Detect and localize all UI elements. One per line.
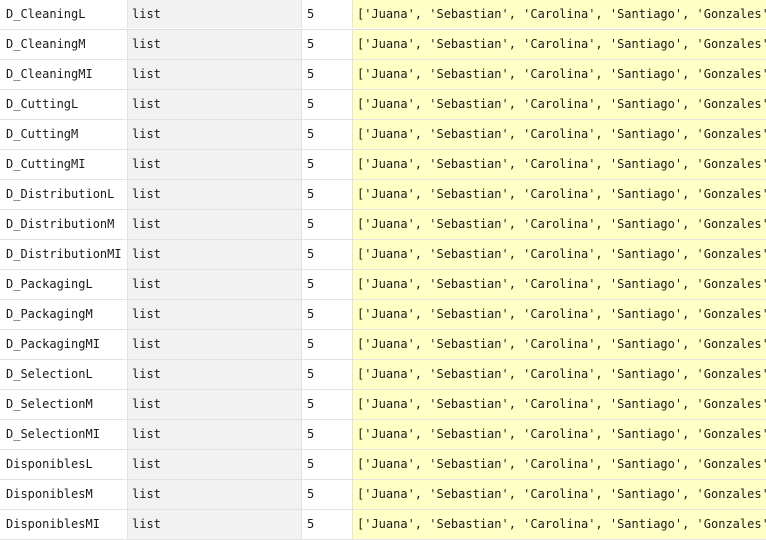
variable-type-cell[interactable]: list: [128, 270, 302, 299]
variable-size-cell[interactable]: 5: [302, 450, 353, 479]
variable-type-cell[interactable]: list: [128, 480, 302, 509]
table-row[interactable]: D_SelectionMI list 5 ['Juana', 'Sebastian',…: [0, 420, 766, 450]
variable-size-cell[interactable]: 5: [302, 90, 353, 119]
variable-size-cell[interactable]: 5: [302, 30, 353, 59]
variable-value-cell[interactable]: ['Juana', 'Sebastian', 'Carolina', 'Sant…: [353, 180, 766, 209]
variable-value-cell[interactable]: ['Juana', 'Sebastian', 'Carolina', 'Sant…: [353, 210, 766, 239]
variable-type-cell[interactable]: list: [128, 510, 302, 539]
variable-type-cell[interactable]: list: [128, 0, 302, 28]
variable-type-cell[interactable]: list: [128, 90, 302, 119]
variable-name-cell[interactable]: D_CuttingMI: [0, 150, 128, 179]
variable-size-cell[interactable]: 5: [302, 210, 353, 239]
variable-name-cell[interactable]: D_PackagingM: [0, 300, 128, 329]
variable-size-cell[interactable]: 5: [302, 270, 353, 299]
table-row[interactable]: D_CleaningL list 5 ['Juana', 'Sebastian', '…: [0, 0, 766, 30]
variable-value-cell[interactable]: ['Juana', 'Sebastian', 'Carolina', 'Sant…: [353, 0, 766, 28]
variable-name-cell[interactable]: D_DistributionMI: [0, 240, 128, 269]
variable-name-cell[interactable]: DisponiblesL: [0, 450, 128, 479]
variable-size-cell[interactable]: 5: [302, 420, 353, 449]
variable-size-cell[interactable]: 5: [302, 480, 353, 509]
variable-name-cell[interactable]: D_SelectionMI: [0, 420, 128, 449]
variable-type-cell[interactable]: list: [128, 240, 302, 269]
variable-name-cell[interactable]: D_DistributionM: [0, 210, 128, 239]
variable-size-cell[interactable]: 5: [302, 120, 353, 149]
variable-explorer-table: D_CleaningL list 5 ['Juana', 'Sebastian', '…: [0, 0, 766, 540]
variable-name-cell[interactable]: D_SelectionL: [0, 360, 128, 389]
variable-value-cell[interactable]: ['Juana', 'Sebastian', 'Carolina', 'Sant…: [353, 510, 766, 539]
variable-size-cell[interactable]: 5: [302, 0, 353, 28]
table-row[interactable]: D_DistributionMI list 5 ['Juana', 'Sebastia…: [0, 240, 766, 270]
variable-type-cell[interactable]: list: [128, 360, 302, 389]
table-row[interactable]: D_CleaningM list 5 ['Juana', 'Sebastian', '…: [0, 30, 766, 60]
variable-type-cell[interactable]: list: [128, 150, 302, 179]
variable-size-cell[interactable]: 5: [302, 300, 353, 329]
variable-value-cell[interactable]: ['Juana', 'Sebastian', 'Carolina', 'Sant…: [353, 330, 766, 359]
variable-size-cell[interactable]: 5: [302, 390, 353, 419]
variable-type-cell[interactable]: list: [128, 390, 302, 419]
table-row[interactable]: D_DistributionL list 5 ['Juana', 'Sebastian…: [0, 180, 766, 210]
table-row[interactable]: DisponiblesL list 5 ['Juana', 'Sebastian', …: [0, 450, 766, 480]
variable-size-cell[interactable]: 5: [302, 360, 353, 389]
variable-value-cell[interactable]: ['Juana', 'Sebastian', 'Carolina', 'Sant…: [353, 30, 766, 59]
variable-size-cell[interactable]: 5: [302, 330, 353, 359]
variable-value-cell[interactable]: ['Juana', 'Sebastian', 'Carolina', 'Sant…: [353, 390, 766, 419]
variable-type-cell[interactable]: list: [128, 210, 302, 239]
variable-type-cell[interactable]: list: [128, 60, 302, 89]
table-row[interactable]: D_PackagingL list 5 ['Juana', 'Sebastian', …: [0, 270, 766, 300]
variable-type-cell[interactable]: list: [128, 30, 302, 59]
table-row[interactable]: D_SelectionM list 5 ['Juana', 'Sebastian', …: [0, 390, 766, 420]
variable-size-cell[interactable]: 5: [302, 60, 353, 89]
variable-name-cell[interactable]: D_CuttingL: [0, 90, 128, 119]
table-row[interactable]: DisponiblesM list 5 ['Juana', 'Sebastian', …: [0, 480, 766, 510]
variable-name-cell[interactable]: D_PackagingL: [0, 270, 128, 299]
table-row[interactable]: D_SelectionL list 5 ['Juana', 'Sebastian', …: [0, 360, 766, 390]
variable-name-cell[interactable]: D_PackagingMI: [0, 330, 128, 359]
variable-type-cell[interactable]: list: [128, 330, 302, 359]
variable-size-cell[interactable]: 5: [302, 510, 353, 539]
variable-value-cell[interactable]: ['Juana', 'Sebastian', 'Carolina', 'Sant…: [353, 270, 766, 299]
variable-name-cell[interactable]: D_SelectionM: [0, 390, 128, 419]
table-row[interactable]: D_DistributionM list 5 ['Juana', 'Sebastian…: [0, 210, 766, 240]
table-row[interactable]: D_CuttingMI list 5 ['Juana', 'Sebastian', '…: [0, 150, 766, 180]
variable-value-cell[interactable]: ['Juana', 'Sebastian', 'Carolina', 'Sant…: [353, 360, 766, 389]
variable-name-cell[interactable]: D_DistributionL: [0, 180, 128, 209]
variable-type-cell[interactable]: list: [128, 300, 302, 329]
variable-value-cell[interactable]: ['Juana', 'Sebastian', 'Carolina', 'Sant…: [353, 480, 766, 509]
variable-type-cell[interactable]: list: [128, 420, 302, 449]
variable-value-cell[interactable]: ['Juana', 'Sebastian', 'Carolina', 'Sant…: [353, 420, 766, 449]
variable-size-cell[interactable]: 5: [302, 180, 353, 209]
variable-size-cell[interactable]: 5: [302, 240, 353, 269]
table-row[interactable]: D_CleaningMI list 5 ['Juana', 'Sebastian', …: [0, 60, 766, 90]
variable-value-cell[interactable]: ['Juana', 'Sebastian', 'Carolina', 'Sant…: [353, 90, 766, 119]
variable-type-cell[interactable]: list: [128, 180, 302, 209]
variable-name-cell[interactable]: D_CuttingM: [0, 120, 128, 149]
variable-name-cell[interactable]: DisponiblesM: [0, 480, 128, 509]
table-row[interactable]: D_PackagingM list 5 ['Juana', 'Sebastian', …: [0, 300, 766, 330]
variable-type-cell[interactable]: list: [128, 450, 302, 479]
variable-name-cell[interactable]: D_CleaningMI: [0, 60, 128, 89]
variable-name-cell[interactable]: D_CleaningL: [0, 0, 128, 28]
table-row[interactable]: D_CuttingM list 5 ['Juana', 'Sebastian', 'C…: [0, 120, 766, 150]
variable-size-cell[interactable]: 5: [302, 150, 353, 179]
variable-value-cell[interactable]: ['Juana', 'Sebastian', 'Carolina', 'Sant…: [353, 60, 766, 89]
variable-name-cell[interactable]: DisponiblesMI: [0, 510, 128, 539]
table-row[interactable]: D_PackagingMI list 5 ['Juana', 'Sebastian',…: [0, 330, 766, 360]
variable-value-cell[interactable]: ['Juana', 'Sebastian', 'Carolina', 'Sant…: [353, 300, 766, 329]
variable-value-cell[interactable]: ['Juana', 'Sebastian', 'Carolina', 'Sant…: [353, 450, 766, 479]
variable-name-cell[interactable]: D_CleaningM: [0, 30, 128, 59]
variable-value-cell[interactable]: ['Juana', 'Sebastian', 'Carolina', 'Sant…: [353, 120, 766, 149]
variable-type-cell[interactable]: list: [128, 120, 302, 149]
table-row[interactable]: D_CuttingL list 5 ['Juana', 'Sebastian', 'C…: [0, 90, 766, 120]
variable-value-cell[interactable]: ['Juana', 'Sebastian', 'Carolina', 'Sant…: [353, 150, 766, 179]
variable-value-cell[interactable]: ['Juana', 'Sebastian', 'Carolina', 'Sant…: [353, 240, 766, 269]
